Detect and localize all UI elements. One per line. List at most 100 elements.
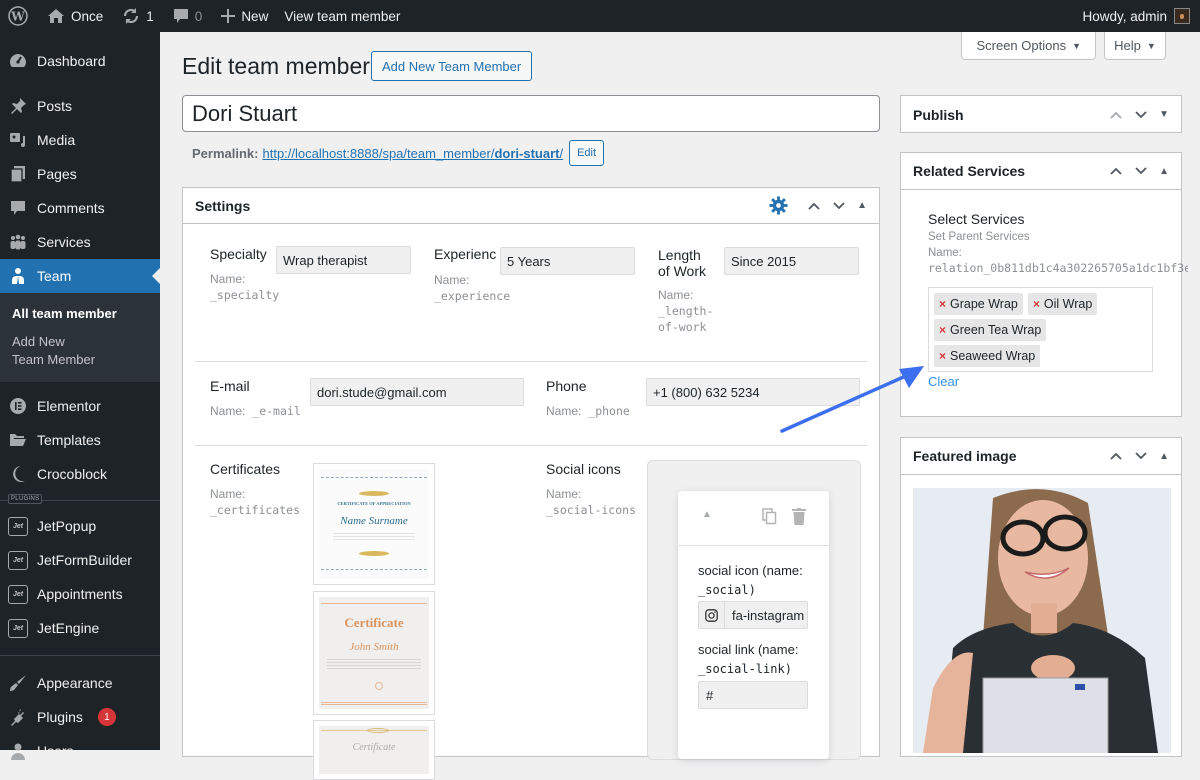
folder-icon [8, 430, 28, 450]
crocoblock-icon [8, 464, 28, 484]
view-team-member-link[interactable]: View team member [275, 0, 407, 32]
menu-label: Crocoblock [37, 466, 108, 482]
user-icon [8, 741, 28, 761]
media-icon [8, 130, 28, 150]
updates-link[interactable]: 1 [110, 0, 161, 32]
menu-templates[interactable]: Templates [0, 423, 160, 457]
gear-icon[interactable] [769, 196, 788, 215]
phone-input[interactable]: +1 (800) 632 5234 [646, 378, 860, 406]
select-services-description: Set Parent Services Name: [928, 229, 1030, 261]
menu-jetengine[interactable]: Jet JetEngine [0, 611, 160, 645]
length-of-work-label: Length of Work [658, 247, 706, 279]
service-tag: × Grape Wrap [934, 293, 1023, 315]
label-line: Length [658, 247, 701, 263]
menu-jetpopup[interactable]: Jet JetPopup [0, 509, 160, 543]
service-tag: × Green Tea Wrap [934, 319, 1047, 341]
add-new-team-member-button[interactable]: Add New Team Member [371, 51, 533, 81]
specialty-input[interactable]: Wrap therapist [276, 246, 411, 274]
certificate-image-3[interactable]: Certificate [313, 720, 435, 780]
menu-plugins[interactable]: Plugins 1 [0, 700, 160, 734]
edit-permalink-button[interactable]: Edit [569, 140, 605, 166]
submenu-all-team-member[interactable]: All team member [0, 300, 160, 328]
wp-logo-button[interactable]: W [0, 0, 35, 32]
certificate-image-1[interactable]: CERTIFICATE OF APPRECIATION Name Surname [313, 463, 435, 585]
collapse-item-icon[interactable]: ▲ [702, 509, 712, 520]
site-name-link[interactable]: Once [35, 0, 110, 32]
menu-services[interactable]: Services [0, 225, 160, 259]
menu-appearance[interactable]: Appearance [0, 666, 160, 700]
menu-label: Posts [37, 98, 73, 114]
collapse-toggle-icon[interactable]: ▲ [1159, 451, 1169, 462]
menu-comments[interactable]: Comments [0, 191, 160, 225]
elementor-icon [8, 396, 28, 416]
jet-icon: Jet [8, 516, 28, 536]
move-down-icon[interactable] [1134, 164, 1148, 178]
experience-input[interactable]: 5 Years [500, 247, 635, 275]
certificate-image-2[interactable]: Certificate John Smith [313, 591, 435, 715]
remove-tag-icon[interactable]: × [1033, 297, 1040, 311]
certificate-name: Name Surname [340, 515, 408, 527]
menu-users[interactable]: Users [0, 734, 160, 768]
copy-icon[interactable] [762, 508, 777, 525]
clear-services-link[interactable]: Clear [928, 374, 959, 389]
menu-label: JetPopup [37, 518, 97, 534]
menu-team[interactable]: Team [0, 259, 160, 293]
menu-appointments[interactable]: Jet Appointments [0, 577, 160, 611]
collapse-toggle-icon[interactable]: ▲ [1159, 166, 1169, 177]
menu-posts[interactable]: Posts [0, 89, 160, 123]
submenu-add-new-team-member[interactable]: Add New Team Member [0, 328, 110, 374]
move-down-icon[interactable] [1134, 449, 1148, 463]
screen-options-label: Screen Options [976, 38, 1067, 53]
screen-options-button[interactable]: Screen Options ▼ [961, 32, 1096, 60]
dashboard-icon [8, 51, 28, 71]
publish-metabox: Publish ▼ [900, 95, 1182, 133]
comment-icon [173, 8, 188, 23]
post-title-input[interactable]: Dori Stuart [182, 95, 880, 132]
permalink-label: Permalink: [192, 145, 259, 161]
move-up-icon[interactable] [1109, 164, 1123, 178]
services-multiselect[interactable]: × Grape Wrap × Oil Wrap × Green Tea Wrap × S… [928, 287, 1153, 372]
remove-tag-icon[interactable]: × [939, 349, 946, 363]
social-icons-label: Social icons [546, 461, 621, 477]
menu-jetformbuilder[interactable]: Jet JetFormBuilder [0, 543, 160, 577]
refresh-icon [124, 8, 139, 24]
move-up-icon[interactable] [807, 199, 821, 213]
social-link-input[interactable]: # [698, 681, 808, 709]
featured-image-header: Featured image ▲ [901, 438, 1181, 475]
move-up-icon[interactable] [1109, 449, 1123, 463]
help-button[interactable]: Help ▼ [1104, 32, 1166, 60]
plugins-separator-label: PLUGINS [8, 494, 43, 504]
comments-count: 0 [194, 8, 203, 24]
my-account-menu[interactable]: Howdy, admin [1082, 8, 1200, 24]
trash-icon[interactable] [792, 508, 806, 525]
menu-pages[interactable]: Pages [0, 157, 160, 191]
move-down-icon[interactable] [1134, 108, 1148, 122]
tag-label: Seaweed Wrap [950, 349, 1036, 363]
new-label: New [241, 8, 269, 24]
menu-media[interactable]: Media [0, 123, 160, 157]
collapse-toggle-icon[interactable]: ▲ [857, 200, 867, 211]
menu-crocoblock[interactable]: Crocoblock [0, 457, 160, 491]
email-input[interactable]: dori.stude@gmail.com [310, 378, 524, 406]
menu-dashboard[interactable]: Dashboard [0, 44, 160, 78]
new-content-link[interactable]: New [209, 0, 275, 32]
label-line: _social-link) [698, 662, 792, 676]
remove-tag-icon[interactable]: × [939, 323, 946, 337]
field-name: _certificates [210, 503, 301, 517]
remove-tag-icon[interactable]: × [939, 297, 946, 311]
name-prefix: Name: [210, 404, 246, 418]
permalink-link[interactable]: http://localhost:8888/spa/team_member/do… [262, 146, 563, 161]
social-link-field-label: social link (name: _social-link) [698, 640, 798, 679]
social-icon-picker[interactable]: fa-instagram [698, 601, 808, 629]
expand-toggle-icon[interactable]: ▼ [1159, 109, 1169, 120]
publish-metabox-header[interactable]: Publish ▼ [901, 96, 1181, 133]
featured-image[interactable] [913, 488, 1171, 753]
phone-name-hint: Name: _phone [546, 403, 630, 419]
certificate-name: John Smith [349, 641, 399, 653]
move-down-icon[interactable] [832, 199, 846, 213]
menu-elementor[interactable]: Elementor [0, 389, 160, 423]
comments-link[interactable]: 0 [161, 0, 210, 32]
service-tag: × Seaweed Wrap [934, 345, 1041, 367]
move-up-icon[interactable] [1109, 108, 1123, 122]
length-of-work-input[interactable]: Since 2015 [724, 247, 859, 275]
